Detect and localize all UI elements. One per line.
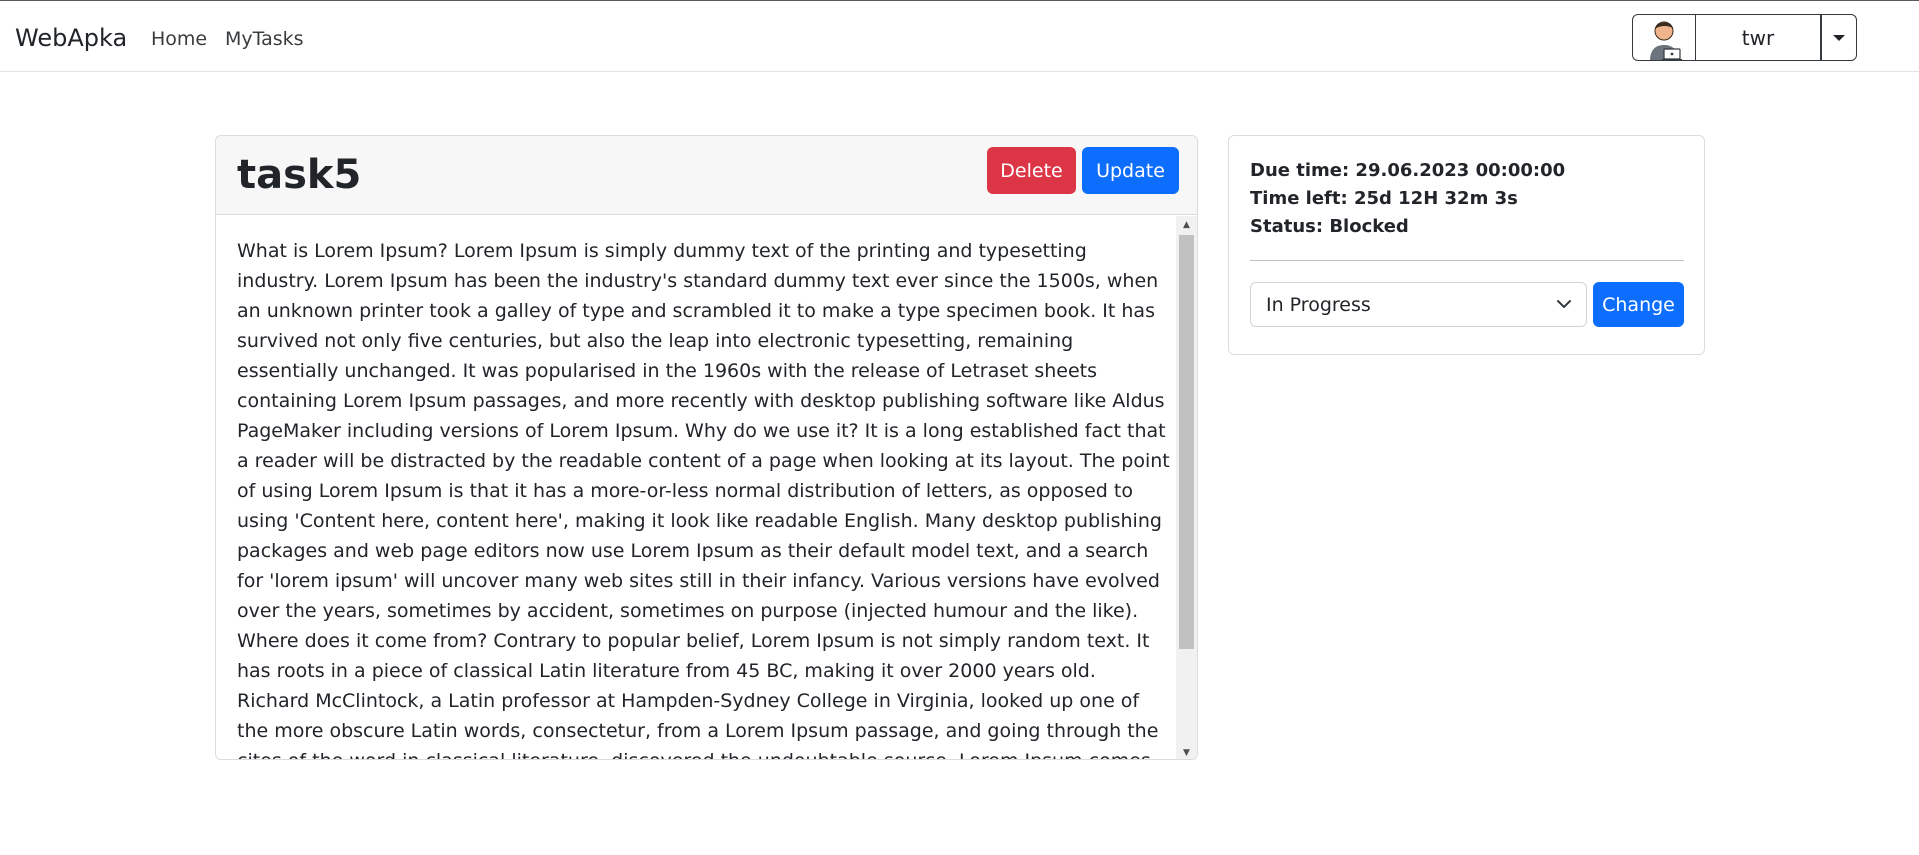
task-title: task5 — [237, 152, 362, 198]
username-button[interactable]: twr — [1696, 14, 1821, 61]
task-card: task5 Delete Update What is Lorem Ipsum?… — [215, 135, 1198, 760]
user-avatar-button[interactable] — [1632, 14, 1696, 61]
task-status-card: Due time: 29.06.2023 00:00:00 Time left:… — [1228, 135, 1705, 355]
status-select[interactable]: In Progress — [1250, 282, 1587, 327]
scroll-up-arrow-icon[interactable]: ▲ — [1176, 216, 1197, 233]
update-button[interactable]: Update — [1082, 147, 1179, 194]
user-menu: twr — [1632, 14, 1857, 61]
brand-link[interactable]: WebApka — [15, 23, 127, 53]
user-dropdown-toggle[interactable] — [1821, 14, 1857, 61]
user-avatar-icon — [1650, 21, 1682, 60]
top-navbar: WebApka Home MyTasks twr — [0, 0, 1919, 72]
status-text: Status: Blocked — [1250, 216, 1409, 237]
nav-link-mytasks[interactable]: MyTasks — [225, 27, 304, 51]
time-left-text: Time left: 25d 12H 32m 3s — [1250, 188, 1518, 209]
nav-link-home[interactable]: Home — [151, 27, 207, 51]
status-select-value: In Progress — [1266, 294, 1371, 316]
divider — [1250, 260, 1684, 261]
description-scrollbar[interactable]: ▲ ▼ — [1176, 216, 1197, 759]
task-description: What is Lorem Ipsum? Lorem Ipsum is simp… — [237, 240, 1170, 759]
scrollbar-thumb[interactable] — [1179, 235, 1194, 649]
due-time-text: Due time: 29.06.2023 00:00:00 — [1250, 160, 1566, 181]
delete-button[interactable]: Delete — [987, 147, 1076, 194]
change-status-button[interactable]: Change — [1593, 282, 1684, 327]
chevron-down-icon — [1557, 300, 1571, 308]
scroll-down-arrow-icon[interactable]: ▼ — [1176, 744, 1197, 759]
caret-down-icon — [1833, 34, 1845, 41]
task-description-area[interactable]: What is Lorem Ipsum? Lorem Ipsum is simp… — [216, 216, 1197, 759]
task-card-header: task5 Delete Update — [216, 136, 1197, 215]
